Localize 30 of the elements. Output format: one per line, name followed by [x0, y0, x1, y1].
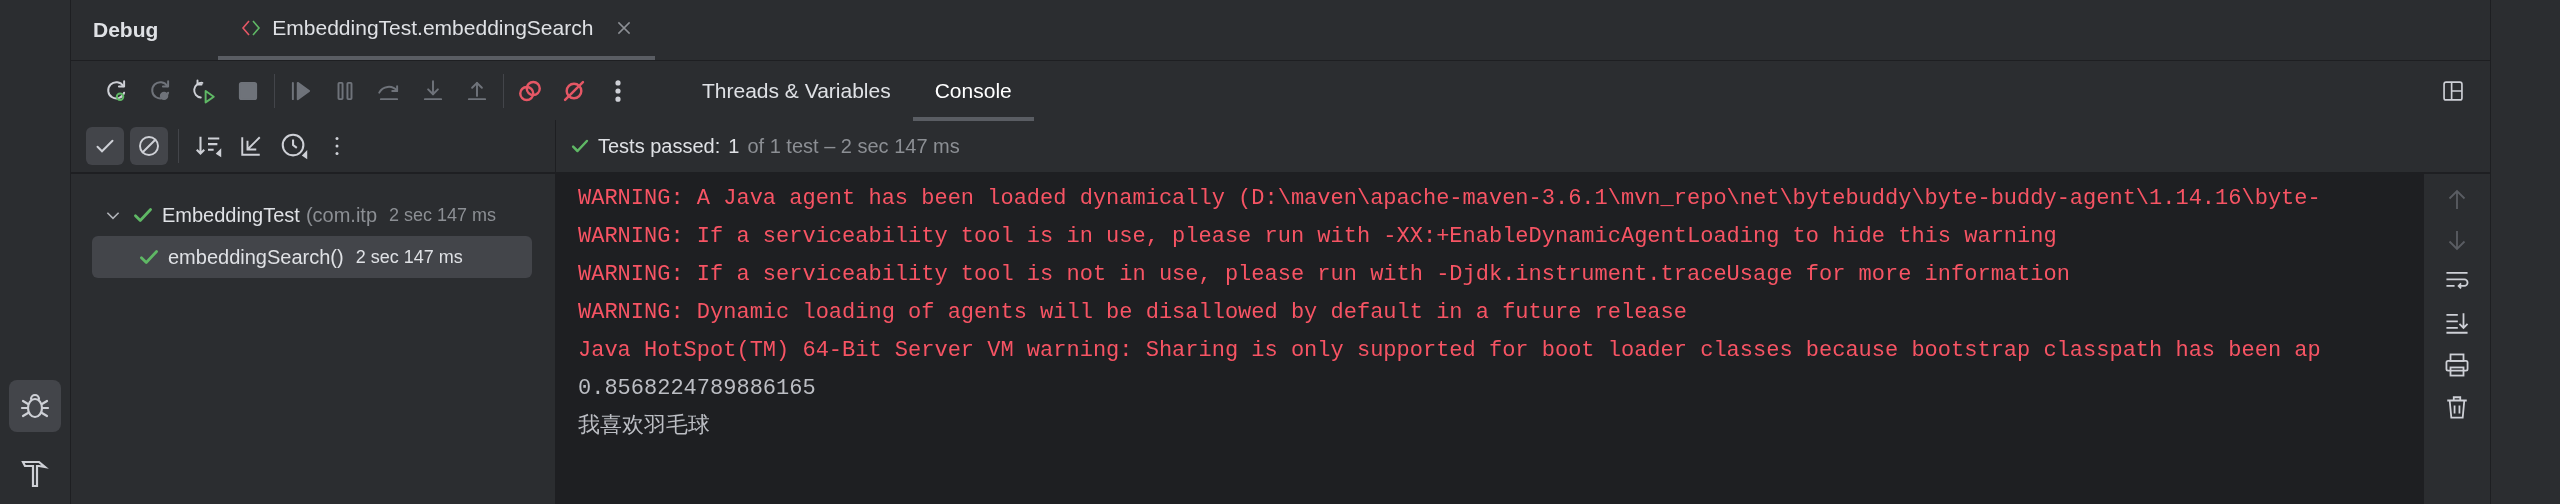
- tests-passed-label: Tests passed:: [598, 134, 721, 159]
- show-passed-toggle[interactable]: [86, 127, 124, 165]
- console-line: WARNING: If a serviceability tool is not in use, please run with -Djdk.instrument.traceUsage for more information: [578, 261, 2070, 289]
- view-tab[interactable]: Console: [912, 60, 1034, 121]
- test-package: (com.itp: [305, 203, 377, 228]
- panel-title: Debug: [93, 17, 159, 44]
- test-name: EmbeddingTest: [162, 203, 300, 228]
- test-tree-row[interactable]: embeddingSearch() 2 sec 147 ms: [92, 236, 532, 278]
- ban-icon: [137, 134, 161, 158]
- test-duration: 2 sec 147 ms: [389, 203, 497, 227]
- tests-summary: of 1 test – 2 sec 147 ms: [747, 134, 960, 159]
- console-line: 我喜欢羽毛球: [578, 412, 710, 441]
- tests-passed-count: 1: [728, 134, 740, 159]
- show-ignored-toggle[interactable]: [130, 127, 168, 165]
- view-tab[interactable]: Threads & Variables: [680, 60, 913, 121]
- test-tree-row[interactable]: EmbeddingTest (com.itp 2 sec 147 ms: [92, 194, 532, 236]
- trash-icon[interactable]: [2444, 394, 2470, 420]
- print-icon[interactable]: [2444, 352, 2470, 378]
- test-duration: 2 sec 147 ms: [355, 245, 463, 269]
- console-line: WARNING: If a serviceability tool is in use, please run with -XX:+EnableDynamicAgentLoading to hide this warning: [578, 223, 2057, 251]
- console-line: WARNING: A Java agent has been loaded dynamically (D:\maven\apache-maven-3.6.1\mvn_repo\net\bytebuddy\byte-buddy-agent\1.14.16\byte-: [578, 185, 2321, 213]
- bug-icon[interactable]: [9, 380, 61, 432]
- console-line: 0.8568224789886165: [578, 375, 816, 403]
- layout-icon[interactable]: [2442, 79, 2464, 102]
- scroll-to-end-icon[interactable]: [2444, 310, 2470, 336]
- console-line: WARNING: Dynamic loading of agents will be disallowed by default in a future release: [578, 299, 1687, 327]
- editor-tab[interactable]: EmbeddingTest.embeddingSearch: [218, 0, 656, 60]
- console-line: Java HotSpot(TM) 64-Bit Server VM warning: Sharing is only supported for boot loader classes because bootstrap classpath has been ap: [578, 337, 2321, 365]
- test-name: embeddingSearch(): [168, 245, 344, 270]
- clock-icon[interactable]: [279, 131, 309, 161]
